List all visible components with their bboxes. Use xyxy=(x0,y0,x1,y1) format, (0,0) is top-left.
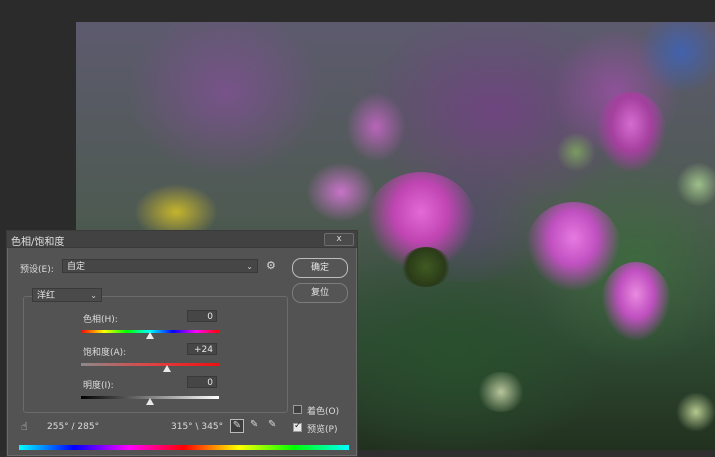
preview-label: 预览(P) xyxy=(307,425,338,435)
hand-icon[interactable]: ☝ xyxy=(21,420,28,433)
lightness-input[interactable]: 0 xyxy=(187,376,217,388)
saturation-input[interactable]: +24 xyxy=(187,343,217,355)
preset-label: 预设(E): xyxy=(20,265,54,275)
colorize-checkbox[interactable] xyxy=(293,405,302,414)
lightness-label: 明度(I): xyxy=(83,381,114,391)
saturation-label: 饱和度(A): xyxy=(83,348,127,358)
preset-value: 自定 xyxy=(67,262,86,272)
ok-button[interactable]: 确定 xyxy=(292,258,348,278)
colorize-label: 着色(O) xyxy=(307,407,340,417)
hue-input[interactable]: 0 xyxy=(187,310,217,322)
channel-value: 洋红 xyxy=(37,291,56,301)
color-spectrum-bar xyxy=(19,445,349,450)
dialog-titlebar[interactable]: 色相/饱和度 x xyxy=(7,231,357,248)
eyedropper-icon[interactable]: ✎ xyxy=(230,419,244,433)
lightness-slider-thumb[interactable] xyxy=(146,398,154,405)
eyedropper-add-icon[interactable]: ✎ xyxy=(250,419,258,430)
eyedropper-subtract-icon[interactable]: ✎ xyxy=(268,419,276,430)
saturation-slider-thumb[interactable] xyxy=(162,365,171,372)
preview-checkbox[interactable] xyxy=(293,421,302,432)
chevron-down-icon: ⌄ xyxy=(90,291,97,300)
chevron-down-icon: ⌄ xyxy=(246,262,253,271)
hue-label: 色相(H): xyxy=(83,315,118,325)
saturation-gradient-bar xyxy=(81,363,219,366)
gear-icon[interactable]: ⚙ xyxy=(266,259,276,272)
hue-slider-thumb[interactable] xyxy=(146,332,154,339)
dialog-title: 色相/饱和度 xyxy=(11,237,65,248)
range-right-readout: 315° \ 345° xyxy=(171,422,224,432)
preset-select[interactable]: 自定 ⌄ xyxy=(62,259,258,273)
close-button[interactable]: x xyxy=(324,233,354,246)
channel-select[interactable]: 洋红 ⌄ xyxy=(32,288,102,302)
reset-button[interactable]: 复位 xyxy=(292,283,348,303)
hue-saturation-dialog: 色相/饱和度 x 预设(E): 自定 ⌄ ⚙ 确定 复位 洋红 ⌄ 色相(H):… xyxy=(6,230,358,457)
range-left-readout: 255° / 285° xyxy=(47,422,100,432)
